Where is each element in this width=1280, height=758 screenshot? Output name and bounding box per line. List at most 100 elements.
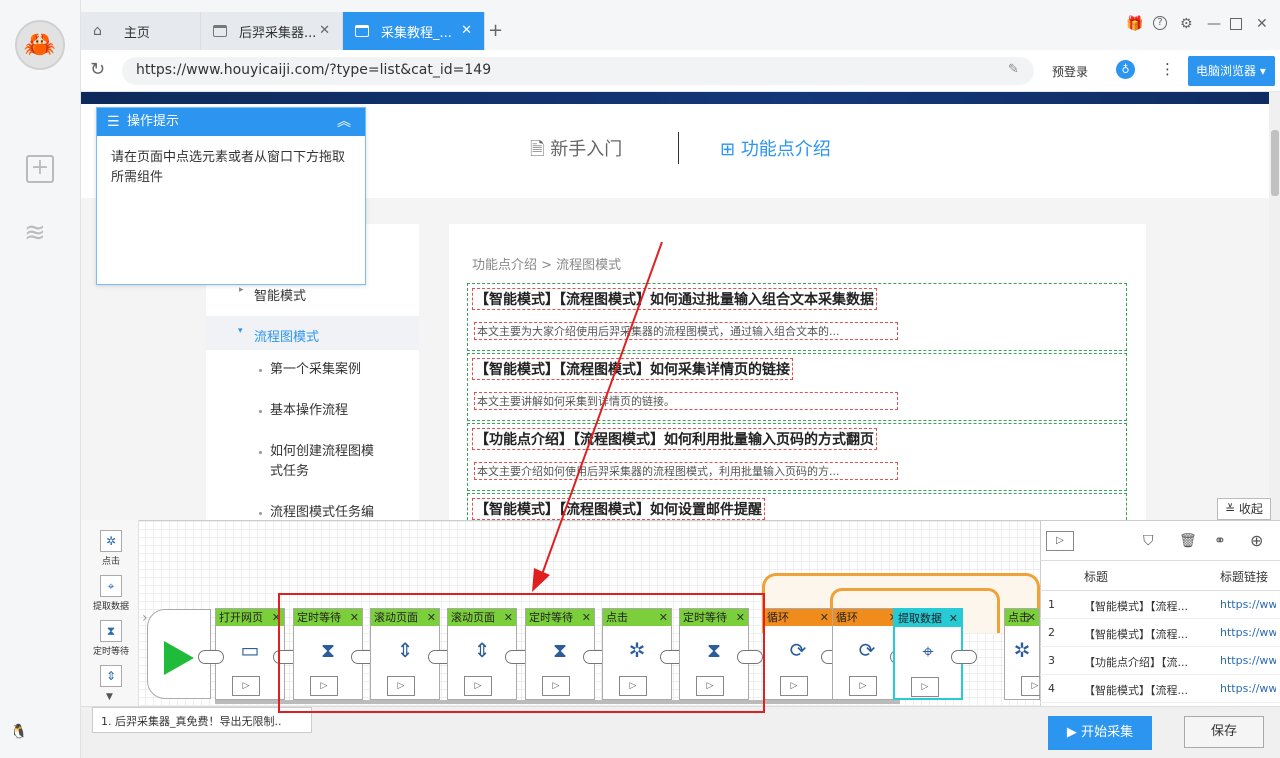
row-title[interactable]: 【智能模式】【流程... [1084, 682, 1209, 698]
play-icon[interactable]: ▷ [911, 677, 939, 697]
layers-icon[interactable]: ≋ [24, 218, 46, 248]
node-header[interactable]: 点击 ✕ [1005, 609, 1039, 626]
row-link[interactable]: https://ww [1220, 626, 1276, 639]
article-item[interactable]: 【智能模式】【流程图模式】如何采集详情页的链接 本文主要讲解如何采集到详情页的链… [467, 353, 1127, 421]
row-link[interactable]: https://ww [1220, 598, 1276, 611]
row-title[interactable]: 【智能模式】【流程... [1084, 626, 1209, 642]
node-connector [198, 650, 224, 664]
nav-newbie[interactable]: 🗎 新手入门 [530, 135, 622, 167]
menu-sub-create-task[interactable]: 如何创建流程图模 式任务 [270, 442, 400, 482]
row-title[interactable]: 【智能模式】【流程... [1084, 598, 1209, 614]
menu-sub-first-case[interactable]: 第一个采集案例 [270, 360, 361, 380]
breadcrumb: 功能点介绍 > 流程图模式 [472, 258, 622, 273]
close-icon[interactable]: ✕ [1027, 609, 1036, 626]
article-item[interactable]: 【功能点介绍】【流程图模式】如何利用批量输入页码的方式翻页 本文主要介绍如何使用… [467, 423, 1127, 491]
page-banner-strip [81, 92, 1269, 104]
article-summary: 本文主要讲解如何采集到详情页的链接。 [474, 392, 898, 410]
tool-extract[interactable]: ⌖ 提取数据 [88, 575, 134, 612]
new-task-icon[interactable]: + [26, 155, 54, 183]
node-label: 循环 [767, 611, 789, 624]
reload-icon[interactable]: ↻ [90, 59, 105, 80]
gear-icon[interactable]: ⚙ [1180, 16, 1193, 32]
bullet [259, 410, 262, 413]
play-icon: ▶ [1066, 725, 1082, 740]
page-scrollbar-thumb[interactable] [1271, 130, 1279, 196]
node-header[interactable]: 循环 ✕ [764, 609, 832, 626]
node-header[interactable]: 打开网页 ✕ [216, 609, 284, 626]
flow-node[interactable]: 点击 ✕ ✲ ▷ [1004, 608, 1049, 700]
tool-scroll[interactable]: ⇕ [88, 665, 134, 689]
minimize-icon[interactable]: — [1207, 16, 1221, 32]
nav-newbie-label: 新手入门 [550, 139, 623, 160]
row-number: 4 [1048, 682, 1055, 695]
toolbox-scroll-down-icon[interactable]: ▼ [106, 692, 113, 702]
row-title[interactable]: 【功能点介绍】【流... [1084, 654, 1209, 670]
home-icon: ⌂ [93, 23, 102, 39]
close-icon[interactable]: ✕ [461, 23, 472, 38]
maximize-icon[interactable] [1230, 18, 1242, 30]
node-header[interactable]: 循环✕ [833, 609, 901, 626]
tab-houyi[interactable]: 后羿采集器... ✕ [201, 12, 343, 50]
menu-flow-mode[interactable]: 流程图模式 [254, 326, 319, 345]
link-icon[interactable]: ⚭ [1214, 533, 1226, 549]
gift-icon[interactable]: 🎁 [1126, 16, 1143, 32]
tool-wait[interactable]: ⧗ 定时等待 [88, 620, 134, 657]
save-button[interactable]: 保存 [1184, 716, 1264, 748]
qq-icon[interactable]: 🐧 [10, 724, 27, 740]
article-item[interactable]: 【智能模式】【流程图模式】如何通过批量输入组合文本采集数据 本文主要为大家介绍使… [467, 283, 1127, 351]
article-title[interactable]: 【智能模式】【流程图模式】如何采集详情页的链接 [472, 358, 793, 380]
browser-mode-dropdown[interactable]: 电脑浏览器 ▾ [1188, 56, 1275, 86]
url-input[interactable]: https://www.houyicaiji.com/?type=list&ca… [122, 57, 1034, 85]
row-number: 1 [1048, 598, 1055, 611]
node-header[interactable]: 提取数据 ✕ [895, 610, 961, 627]
nav-features[interactable]: ⊞ 功能点介绍 [720, 135, 831, 161]
page-icon [355, 25, 369, 37]
new-tab-button[interactable]: + [488, 20, 503, 41]
collapse-button[interactable]: ≚ 收起 [1217, 498, 1271, 520]
column-header-link[interactable]: 标题链接 [1220, 568, 1276, 585]
tip-header[interactable]: ☰ 操作提示 ︽ [97, 108, 365, 136]
app-sidebar [0, 0, 81, 758]
chevron-up-icon[interactable]: ︽ [337, 108, 351, 136]
node-label: 循环 [836, 611, 858, 624]
row-number: 2 [1048, 626, 1055, 639]
play-icon[interactable]: ▷ [780, 676, 808, 696]
more-icon[interactable]: ⋮ [1160, 60, 1175, 78]
hourglass-icon: ⧗ [100, 620, 122, 642]
row-link[interactable]: https://ww [1220, 682, 1276, 695]
help-icon[interactable]: ? [1153, 16, 1167, 30]
menu-smart-mode[interactable]: 智能模式 [254, 285, 306, 304]
row-link[interactable]: https://ww [1220, 654, 1276, 667]
browser-mode-label: 电脑浏览器 [1196, 64, 1257, 78]
close-window-icon[interactable]: ✕ [1256, 16, 1268, 32]
gourd-icon[interactable]: ♁ [1116, 60, 1135, 79]
article-title[interactable]: 【智能模式】【流程图模式】如何设置邮件提醒 [472, 498, 765, 520]
tab-tutorial[interactable]: 采集教程_... ✕ [343, 12, 485, 50]
article-title[interactable]: 【功能点介绍】【流程图模式】如何利用批量输入页码的方式翻页 [472, 428, 877, 450]
app-logo: 🦀 [15, 20, 65, 70]
click-icon: ✲ [100, 530, 122, 552]
tab-home[interactable]: ⌂ 主页 [81, 12, 201, 50]
trash-icon[interactable]: 🗑 [1179, 533, 1197, 549]
play-icon[interactable] [164, 641, 194, 675]
close-icon[interactable]: ✕ [820, 609, 829, 626]
add-icon[interactable]: ⊕ [1250, 531, 1263, 550]
column-header-title[interactable]: 标题 [1084, 568, 1108, 585]
article-title[interactable]: 【智能模式】【流程图模式】如何通过批量输入组合文本采集数据 [472, 288, 877, 310]
row-number: 3 [1048, 654, 1055, 667]
caret-down-icon: ▾ [238, 326, 243, 336]
edit-icon[interactable]: ✎ [1008, 62, 1019, 77]
tool-click[interactable]: ✲ 点击 [88, 530, 134, 567]
article-item[interactable]: 【智能模式】【流程图模式】如何设置邮件提醒 [467, 493, 1127, 520]
prelogin-button[interactable]: 预登录 [1052, 63, 1088, 80]
filter-icon[interactable]: ⛉ [1143, 533, 1154, 549]
scroll-icon: ⇕ [100, 665, 122, 687]
play-icon[interactable]: ▷ [1046, 531, 1074, 551]
start-collect-button[interactable]: ▶ 开始采集 [1048, 716, 1152, 750]
play-icon[interactable]: ▷ [849, 676, 877, 696]
close-icon[interactable]: ✕ [949, 610, 958, 627]
close-icon[interactable]: ✕ [319, 23, 330, 38]
menu-sub-basic-flow[interactable]: 基本操作流程 [270, 401, 348, 421]
play-icon[interactable]: ▷ [232, 676, 260, 696]
collapse-label: 收起 [1238, 502, 1263, 516]
